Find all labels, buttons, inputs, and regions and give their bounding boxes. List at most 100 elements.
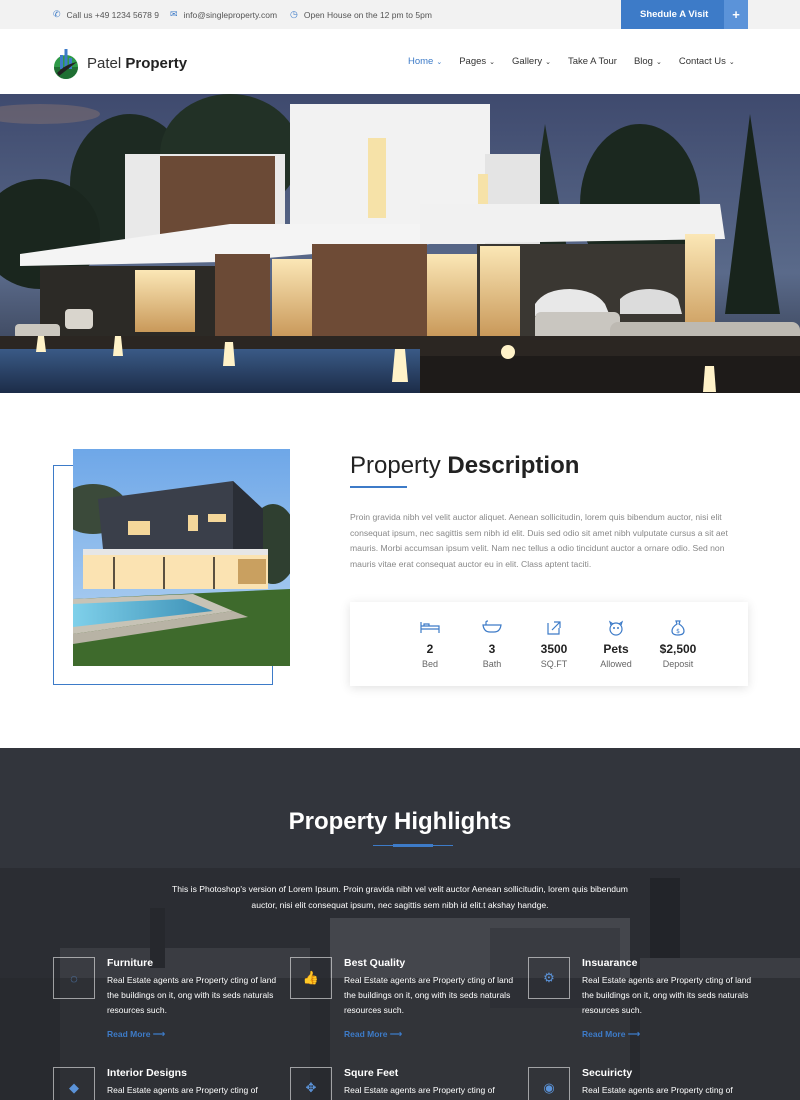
stat-label: Allowed xyxy=(600,659,632,669)
feature-security: ◉ Secuiricty Real Estate agents are Prop… xyxy=(528,1067,758,1100)
read-more-link[interactable]: Read More ⟶ xyxy=(107,1029,165,1040)
nav-item-label: Gallery xyxy=(512,56,543,67)
eye-icon: ◉ xyxy=(528,1067,570,1100)
title-bold: Highlights xyxy=(394,808,512,835)
clock-icon: ◷ xyxy=(290,9,298,19)
stat-bed: 2 Bed xyxy=(399,602,461,686)
title-underline xyxy=(373,844,453,847)
stat-label: Deposit xyxy=(662,659,694,669)
property-description-text: Proin gravida nibh vel velit auctor aliq… xyxy=(350,512,728,569)
brand-name-light: Patel xyxy=(87,54,122,72)
feature-title: Interior Designs xyxy=(107,1067,187,1079)
chevron-down-icon: ⌄ xyxy=(436,58,443,66)
feature-title: Furniture xyxy=(107,957,154,969)
feature-title: Best Quality xyxy=(344,957,406,969)
money-bag-icon: $ xyxy=(671,620,685,638)
feature-title: Squre Feet xyxy=(344,1067,399,1079)
feature-text: Real Estate agents are Property cting of xyxy=(344,1085,495,1095)
feature-text: Real Estate agents are Property cting of… xyxy=(107,975,277,1015)
feature-text: Real Estate agents are Property cting of xyxy=(107,1085,258,1095)
property-photo-illustration xyxy=(73,449,290,666)
logo-building-icon xyxy=(54,49,78,79)
chevron-down-icon: ⌄ xyxy=(728,58,735,66)
nav-item-gallery[interactable]: Gallery ⌄ xyxy=(512,56,551,67)
stat-pets: Pets Allowed xyxy=(585,602,647,686)
nav-item-home[interactable]: Home ⌄ xyxy=(408,56,442,67)
nav-item-contact-us[interactable]: Contact Us ⌄ xyxy=(679,56,735,67)
feature-text: Real Estate agents are Property cting of… xyxy=(344,975,514,1015)
stat-area: 3500 SQ.FT xyxy=(523,602,585,686)
thumbs-up-icon: 👍 xyxy=(290,957,332,999)
nav-menu: Home ⌄ Pages ⌄ Gallery ⌄ Take A Tour Blo… xyxy=(408,29,752,94)
circle-notch-icon: ◌ xyxy=(53,957,95,999)
title-bold: Description xyxy=(447,452,580,479)
email-info[interactable]: ✉ info@singleproperty.com xyxy=(170,0,277,29)
stat-deposit: $ $2,500 Deposit xyxy=(647,602,709,686)
stat-label: Bed xyxy=(421,659,438,669)
hero-illustration xyxy=(0,94,800,393)
read-more-link[interactable]: Read More ⟶ xyxy=(582,1029,640,1040)
feature-interior-designs: ◆ Interior Designs Real Estate agents ar… xyxy=(53,1067,283,1100)
title-light: Property xyxy=(350,452,441,479)
email-text: info@singleproperty.com xyxy=(183,9,278,20)
feature-square-feet: ✥ Squre Feet Real Estate agents are Prop… xyxy=(290,1067,520,1100)
bed-icon xyxy=(420,620,440,638)
property-highlights-title: Property Highlights xyxy=(0,808,800,836)
open-house-info: ◷ Open House on the 12 pm to 5pm xyxy=(290,0,432,29)
read-more-link[interactable]: Read More ⟶ xyxy=(344,1029,402,1040)
feature-title: Secuiricty xyxy=(582,1067,633,1079)
property-stats-card: 2 Bed 3 Bath 3500 SQ.FT Pets Allowed $ $… xyxy=(350,602,748,686)
area-icon xyxy=(546,620,562,638)
highlights-intro-text: This is Photoshop's version of Lorem Ips… xyxy=(172,884,628,910)
pet-icon xyxy=(608,620,624,638)
stat-label: SQ.FT xyxy=(540,659,568,669)
chevron-down-icon: ⌄ xyxy=(489,58,496,66)
stat-value: Pets xyxy=(603,642,629,656)
stat-value: 2 xyxy=(426,642,434,656)
feature-text: Real Estate agents are Property cting of xyxy=(582,1085,733,1095)
nav-item-label: Blog xyxy=(633,56,653,67)
stat-label: Bath xyxy=(482,659,502,669)
nav-item-label: Contact Us xyxy=(678,56,726,67)
nav-item-label: Pages xyxy=(459,56,487,67)
property-photo xyxy=(73,449,290,666)
feature-insurance: ⚙ Insuarance Real Estate agents are Prop… xyxy=(528,957,758,1057)
nav-item-label: Home xyxy=(408,56,434,67)
property-description-title: Property Description xyxy=(350,452,579,480)
feature-best-quality: 👍 Best Quality Real Estate agents are Pr… xyxy=(290,957,520,1057)
plus-icon: + xyxy=(724,0,748,29)
phone-text: Call us +49 1234 5678 9 xyxy=(66,9,159,20)
feature-furniture: ◌ Furniture Real Estate agents are Prope… xyxy=(53,957,283,1057)
nav-item-pages[interactable]: Pages ⌄ xyxy=(459,56,495,67)
stat-value: $2,500 xyxy=(659,642,697,656)
title-underline xyxy=(350,486,407,488)
gear-icon: ⚙ xyxy=(528,957,570,999)
title-light: Property xyxy=(288,808,388,835)
phone-info[interactable]: ✆ Call us +49 1234 5678 9 xyxy=(53,0,159,29)
main-navbar: Patel Property Home ⌄ Pages ⌄ Gallery ⌄ … xyxy=(0,29,800,94)
envelope-icon: ✉ xyxy=(170,9,178,19)
bath-icon xyxy=(482,620,502,638)
site-logo[interactable]: Patel Property xyxy=(53,46,187,80)
cube-icon: ◆ xyxy=(53,1067,95,1100)
expand-arrows-icon: ✥ xyxy=(290,1067,332,1100)
schedule-visit-button[interactable]: Shedule A Visit + xyxy=(621,0,748,29)
brand-name: Patel Property xyxy=(87,55,187,72)
phone-icon: ✆ xyxy=(53,9,61,19)
stat-bath: 3 Bath xyxy=(461,602,523,686)
svg-text:$: $ xyxy=(676,628,680,635)
nav-item-blog[interactable]: Blog ⌄ xyxy=(634,56,662,67)
top-bar: ✆ Call us +49 1234 5678 9 ✉ info@singlep… xyxy=(0,0,800,29)
stat-value: 3500 xyxy=(540,642,568,656)
open-house-text: Open House on the 12 pm to 5pm xyxy=(303,9,432,20)
feature-title: Insuarance xyxy=(582,957,638,969)
brand-name-bold: Property xyxy=(125,54,188,72)
schedule-visit-label: Shedule A Visit xyxy=(640,9,709,20)
chevron-down-icon: ⌄ xyxy=(545,58,551,66)
nav-item-take-a-tour[interactable]: Take A Tour xyxy=(568,56,617,67)
chevron-down-icon: ⌄ xyxy=(655,58,662,66)
nav-item-label: Take A Tour xyxy=(568,56,617,67)
stat-value: 3 xyxy=(488,642,496,656)
feature-text: Real Estate agents are Property cting of… xyxy=(582,975,752,1015)
hero-house-image xyxy=(0,94,800,393)
